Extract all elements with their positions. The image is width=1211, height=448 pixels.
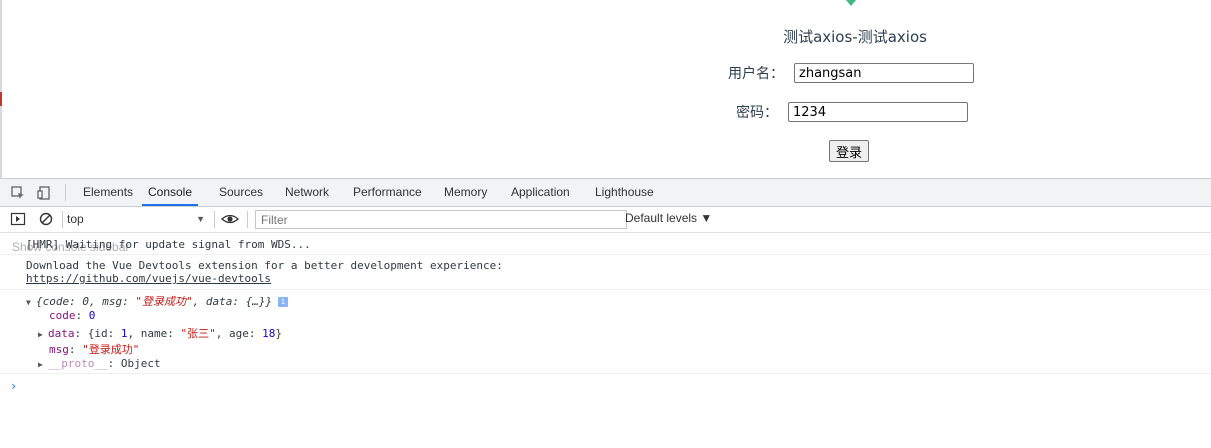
object-prop-data[interactable]: ▶ data: {id: 1, name: "张三", age: 18}: [38, 325, 282, 341]
object-prop-msg: msg: "登录成功": [49, 343, 140, 356]
username-label: 用户名：: [728, 66, 784, 82]
page-viewport: 测试axios-测试axios 用户名： 密码： 登录: [0, 0, 1211, 178]
console-row-divider: [0, 373, 1211, 374]
device-toolbar-icon[interactable]: [36, 185, 52, 201]
viewport-left-border: [0, 0, 2, 178]
collapse-triangle-icon[interactable]: ▼: [26, 298, 36, 307]
tab-memory[interactable]: Memory: [444, 179, 487, 206]
console-message-devtools: Download the Vue Devtools extension for …: [26, 259, 503, 285]
tab-application[interactable]: Application: [511, 179, 570, 206]
expand-triangle-icon[interactable]: ▶: [38, 360, 48, 369]
tab-lighthouse[interactable]: Lighthouse: [595, 179, 654, 206]
vue-logo-tip: [846, 0, 856, 6]
password-input[interactable]: [788, 102, 968, 122]
data-age: 18: [262, 327, 276, 340]
context-dropdown-icon: ▼: [196, 214, 205, 224]
data-mid: , name:: [127, 327, 181, 340]
toolbar-divider-2: [214, 211, 215, 228]
toolbar-divider: [62, 211, 63, 228]
prop-key: data: [48, 327, 75, 340]
data-suffix: }: [275, 327, 282, 340]
viewport-left-marker: [0, 92, 2, 106]
username-row: 用户名：: [728, 63, 974, 83]
prop-key: code: [49, 309, 76, 322]
password-label: 密码：: [736, 105, 778, 121]
login-button[interactable]: 登录: [829, 140, 870, 162]
console-toolbar: top ▼ Default levels ▼: [0, 207, 1211, 233]
sidebar-toggle-icon[interactable]: [10, 211, 26, 227]
filter-input[interactable]: [255, 210, 627, 229]
clear-console-icon[interactable]: [38, 211, 54, 227]
info-icon: i: [278, 297, 289, 307]
password-row: 密码：: [736, 102, 968, 122]
tab-console[interactable]: Console: [142, 179, 198, 206]
data-name-value: "张三": [180, 327, 216, 340]
tabbar-divider: [65, 184, 66, 201]
tab-network[interactable]: Network: [285, 179, 329, 206]
prop-key: __proto__: [48, 357, 108, 370]
console-prompt-icon[interactable]: ›: [10, 379, 17, 393]
data-prefix: : {id:: [74, 327, 121, 340]
object-summary-msg: "登录成功": [135, 295, 193, 308]
console-object-summary[interactable]: ▼ {code: 0, msg: "登录成功", data: {…}} i: [26, 293, 289, 309]
tab-performance[interactable]: Performance: [353, 179, 422, 206]
context-selector[interactable]: top ▼: [67, 210, 207, 228]
tab-elements[interactable]: Elements: [83, 179, 133, 206]
username-input[interactable]: [794, 63, 974, 83]
devtools-panel: Elements Console Sources Network Perform…: [0, 178, 1211, 448]
object-summary-prefix: {code: 0, msg:: [36, 295, 136, 308]
toolbar-divider-3: [247, 211, 248, 228]
console-message-hmr: [HMR] Waiting for update signal from WDS…: [26, 238, 311, 251]
devtools-tabbar: Elements Console Sources Network Perform…: [0, 179, 1211, 207]
object-prop-proto[interactable]: ▶ __proto__: Object: [38, 357, 161, 370]
devtools-link[interactable]: https://github.com/vuejs/vue-devtools: [26, 272, 503, 285]
context-value: top: [67, 212, 84, 226]
prop-value: : Object: [107, 357, 161, 370]
devtools-message-text: Download the Vue Devtools extension for …: [26, 259, 503, 272]
object-prop-code: code: 0: [49, 309, 96, 322]
console-row-divider: [0, 254, 1211, 255]
console-output: Show console sidebar [HMR] Waiting for u…: [0, 234, 1211, 448]
prop-value: "登录成功": [82, 343, 140, 356]
console-row-divider: [0, 289, 1211, 290]
page-title: 测试axios-测试axios: [783, 28, 927, 46]
prop-value: 0: [88, 309, 96, 322]
tab-sources[interactable]: Sources: [219, 179, 263, 206]
live-expression-eye-icon[interactable]: [221, 211, 239, 227]
log-levels-dropdown[interactable]: Default levels ▼: [625, 211, 712, 225]
data-mid2: , age:: [215, 327, 263, 340]
expand-triangle-icon[interactable]: ▶: [38, 330, 48, 339]
inspect-element-icon[interactable]: [10, 185, 26, 201]
prop-key: msg: [49, 343, 69, 356]
object-summary-suffix: , data: {…}}: [192, 295, 273, 308]
